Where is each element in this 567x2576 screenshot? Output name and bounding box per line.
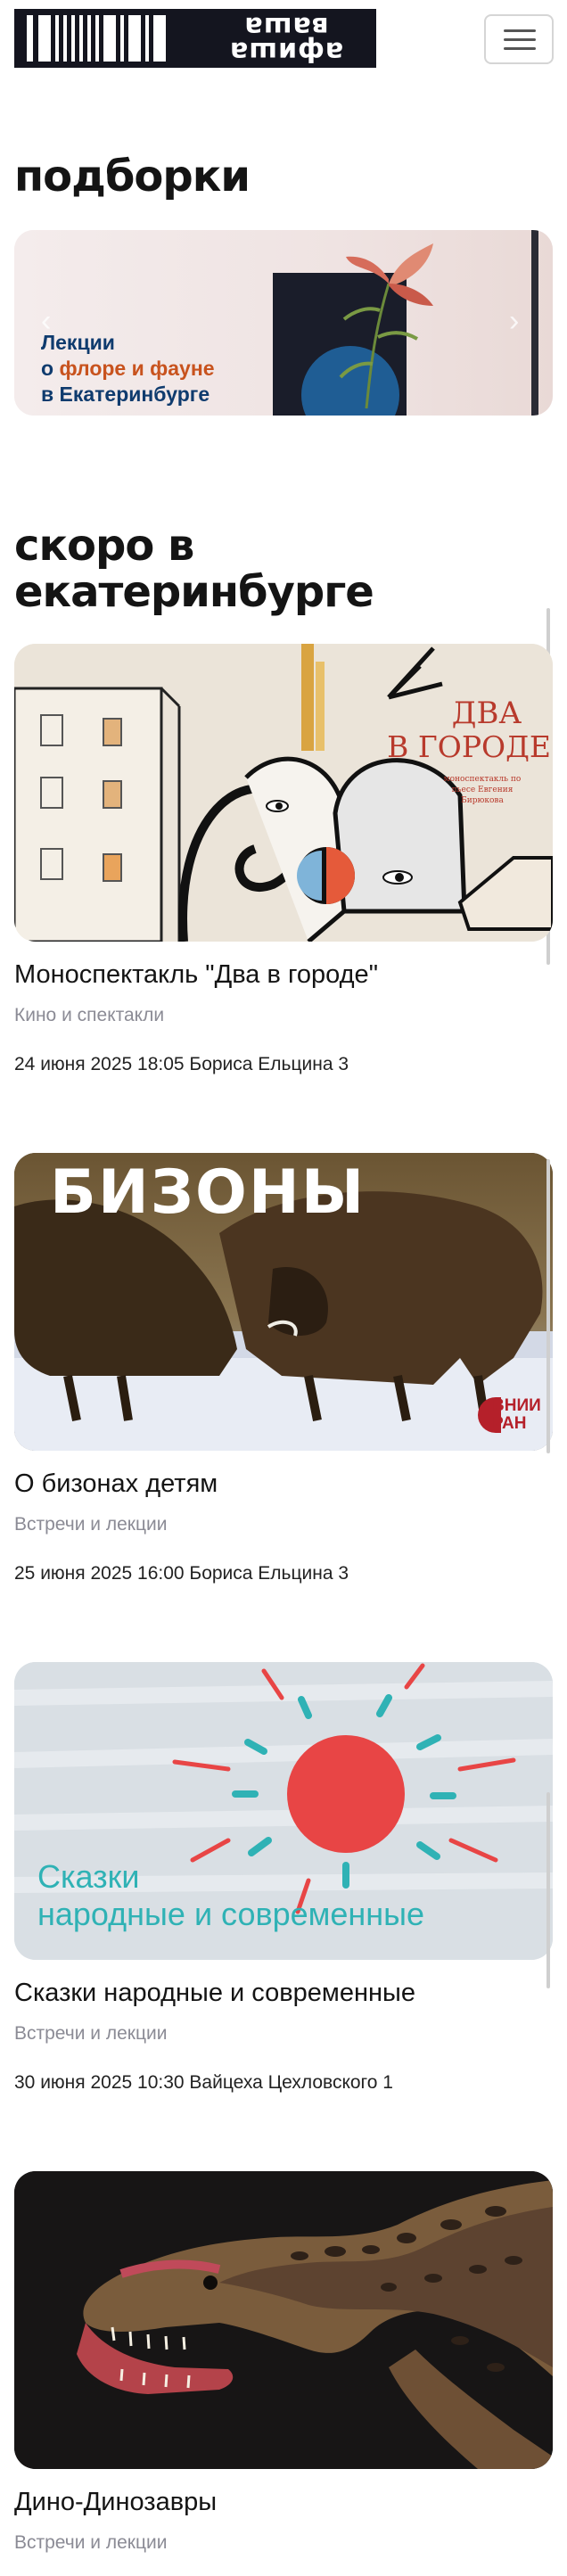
banner-next-icon[interactable]: › xyxy=(509,306,534,336)
poster-3-title-line-2: народные и современные xyxy=(37,1896,425,1932)
banner-caption-line-1: Лекции xyxy=(41,331,115,354)
banner-caption-highlight: флоре и фауне xyxy=(59,357,215,380)
event-meta-1: 24 июня 2025 18:05 Бориса Ельцина 3 xyxy=(14,1054,349,1074)
site-logo[interactable]: афиша ваша xyxy=(14,9,376,68)
poster-2-badge-text: ВНИИ РАН xyxy=(492,1397,541,1433)
event-title-4[interactable]: Дино-Динозавры xyxy=(14,2487,217,2517)
poster-2-title: БИЗОНЫ xyxy=(50,1157,366,1228)
hamburger-menu-button[interactable] xyxy=(484,14,554,64)
poster-1-title: ДВА xyxy=(424,695,549,731)
poster-1-title-line-2: В ГОРОДЕ xyxy=(387,729,551,764)
scrollbar-track-2 xyxy=(546,1159,550,1453)
poster-2-badge-line-1: ВНИИ xyxy=(492,1396,541,1415)
event-title-1[interactable]: Моноспектакль "Два в городе" xyxy=(14,959,378,990)
poster-3-title: Сказки народные и современные xyxy=(37,1858,424,1933)
poster-3-title-line-1: Сказки xyxy=(37,1858,140,1895)
barcode-icon xyxy=(27,15,166,62)
poster-2-badge-line-2: РАН xyxy=(492,1414,527,1433)
event-meta-2: 25 июня 2025 16:00 Бориса Ельцина 3 xyxy=(14,1563,349,1584)
collections-heading: подборки xyxy=(14,152,251,202)
event-meta-3: 30 июня 2025 10:30 Вайцеха Цехловского 1 xyxy=(14,2072,393,2093)
event-poster-3[interactable]: Сказки народные и современные xyxy=(14,1662,553,1960)
poster-4-illustration xyxy=(14,2171,553,2469)
event-title-3[interactable]: Сказки народные и современные xyxy=(14,1978,415,2008)
banner-caption-line-2: о флоре и фауне xyxy=(41,357,215,380)
upcoming-heading-line-1: скоро в xyxy=(14,521,194,571)
upcoming-heading: скоро в екатеринбурге xyxy=(14,523,374,615)
event-category-4[interactable]: Встречи и лекции xyxy=(14,2531,167,2555)
event-poster-2[interactable]: БИЗОНЫ ВНИИ РАН xyxy=(14,1153,553,1451)
poster-1-title-line-1: ДВА xyxy=(451,695,522,731)
poster-1-subtitle: моноспектакль по пьесе Евгения Бирюкова xyxy=(443,775,522,805)
event-category-1[interactable]: Кино и спектакли xyxy=(14,1004,164,1027)
event-category-2[interactable]: Встречи и лекции xyxy=(14,1513,167,1536)
scrollbar-track-3 xyxy=(546,1792,550,1988)
upcoming-heading-line-2: екатеринбурге xyxy=(14,567,374,617)
event-poster-1[interactable]: ДВА В ГОРОДЕ моноспектакль по пьесе Евге… xyxy=(14,644,553,942)
logo-line-2: ваша xyxy=(243,11,329,42)
logo-line-1: афиша xyxy=(228,36,344,67)
logo-wordmark: афиша ваша xyxy=(201,11,371,67)
banner-caption-line-3: в Екатеринбурге xyxy=(41,383,210,406)
site-header: афиша ваша xyxy=(0,0,567,80)
collection-banner[interactable]: ‹ › Лекции о флоре и фауне в Екатеринбур… xyxy=(14,230,553,416)
event-poster-4[interactable] xyxy=(14,2171,553,2469)
event-category-3[interactable]: Встречи и лекции xyxy=(14,2022,167,2045)
event-title-2[interactable]: О бизонах детям xyxy=(14,1469,218,1499)
banner-caption: Лекции о флоре и фауне в Екатеринбурге xyxy=(41,330,215,407)
